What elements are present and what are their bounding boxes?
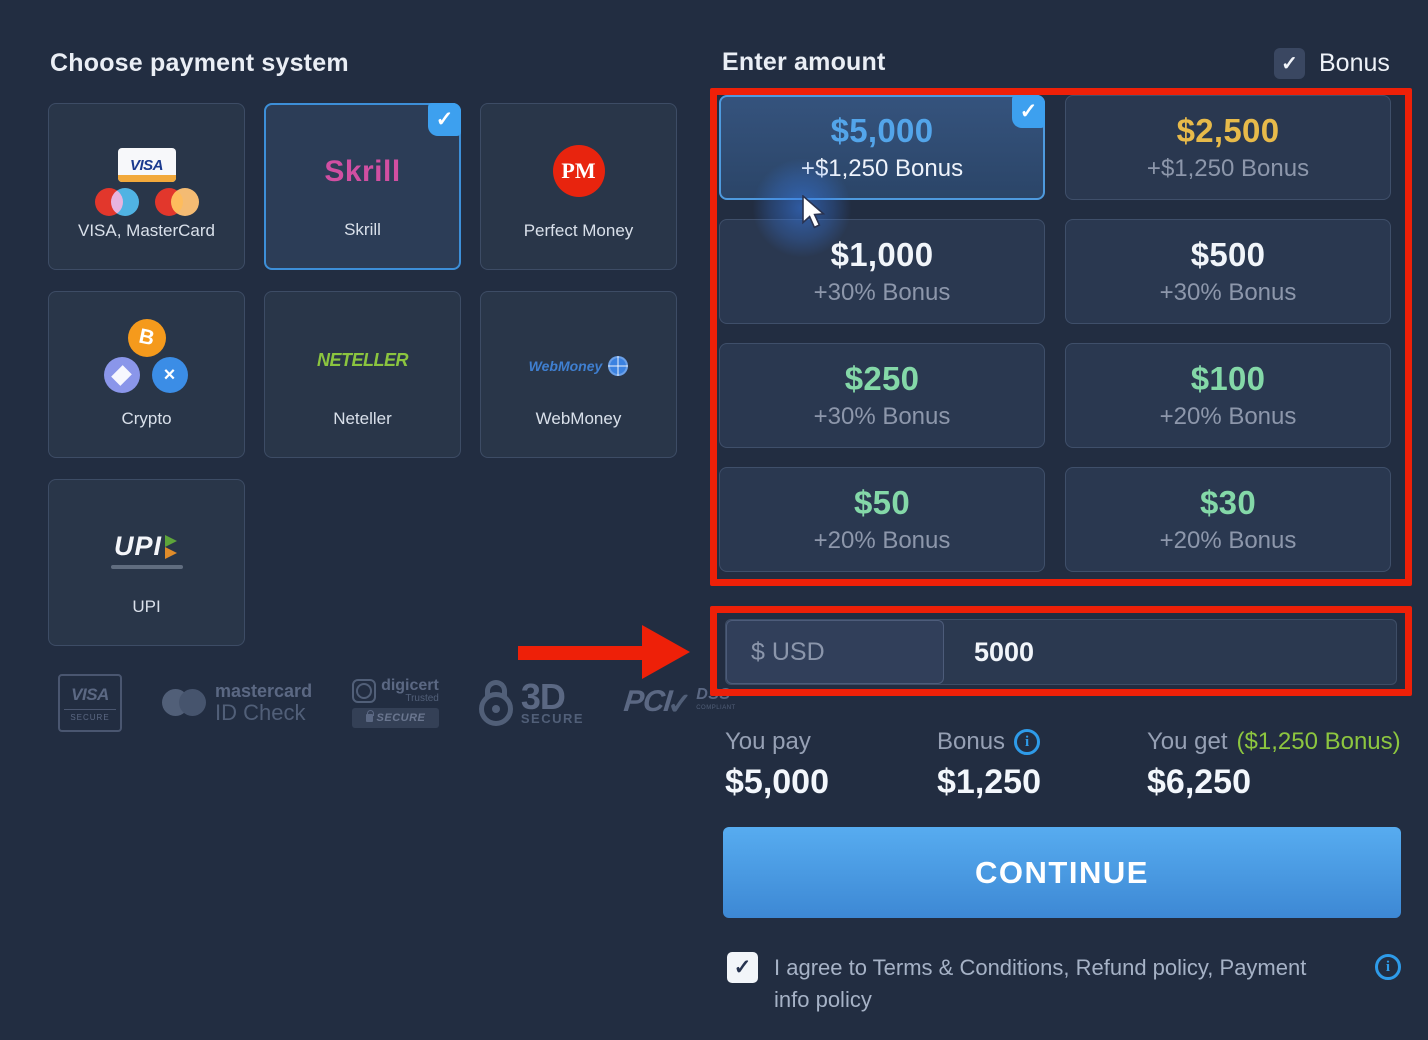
payment-method-crypto[interactable]: B × Crypto <box>48 291 245 458</box>
neteller-logo-icon: NETELLER <box>265 292 460 412</box>
payment-method-label: UPI <box>49 597 244 617</box>
enter-amount-title: Enter amount <box>722 48 886 77</box>
3d-secure-badge: 3D SECURE <box>479 680 584 726</box>
payment-method-upi[interactable]: UPI UPI <box>48 479 245 646</box>
payment-method-visa-mastercard[interactable]: VISA VISA, MasterCard <box>48 103 245 270</box>
digicert-icon <box>352 679 376 703</box>
amount-option-1000[interactable]: $1,000 +30% Bonus <box>719 219 1045 324</box>
bonus-value: $1,250 <box>937 763 1041 802</box>
you-pay-value: $5,000 <box>725 763 829 802</box>
summary-bonus: Bonus i $1,250 <box>937 728 1041 802</box>
globe-icon <box>608 356 628 376</box>
selected-check-icon: ✓ <box>428 103 461 136</box>
payment-method-skrill[interactable]: ✓ Skrill Skrill <box>264 103 461 270</box>
payment-method-label: Neteller <box>265 409 460 429</box>
amount-option-50[interactable]: $50 +20% Bonus <box>719 467 1045 572</box>
agreement-checkbox[interactable]: ✓ <box>727 952 758 983</box>
summary-you-get: You get ($1,250 Bonus) $6,250 <box>1147 728 1401 802</box>
annotation-arrow <box>514 619 696 685</box>
mastercard-idcheck-badge: mastercard ID Check <box>162 682 312 724</box>
selected-check-icon: ✓ <box>1012 95 1045 128</box>
agreement-row: ✓ I agree to Terms & Conditions, Refund … <box>727 952 1401 1016</box>
upi-arrow-icon <box>165 535 179 559</box>
agreement-text[interactable]: I agree to Terms & Conditions, Refund po… <box>774 952 1340 1016</box>
visa-secure-badge: VISA SECURE <box>58 674 122 732</box>
amount-option-250[interactable]: $250 +30% Bonus <box>719 343 1045 448</box>
webmoney-logo-icon: WebMoney <box>481 306 676 426</box>
check-icon: ✓ <box>1281 51 1298 76</box>
choose-payment-title: Choose payment system <box>50 49 349 78</box>
you-pay-label: You pay <box>725 728 811 756</box>
amount-option-500[interactable]: $500 +30% Bonus <box>1065 219 1391 324</box>
payment-method-label: Skrill <box>266 220 459 240</box>
amount-option-100[interactable]: $100 +20% Bonus <box>1065 343 1391 448</box>
crypto-logo-icon: B × <box>49 292 244 412</box>
lock-icon <box>366 714 373 722</box>
bitcoin-icon: B <box>128 319 166 357</box>
amount-option-5000[interactable]: ✓ $5,000 +$1,250 Bonus <box>719 95 1045 200</box>
payment-method-webmoney[interactable]: WebMoney WebMoney <box>480 291 677 458</box>
continue-button[interactable]: CONTINUE <box>723 827 1401 918</box>
bonus-label: Bonus <box>937 728 1005 756</box>
payment-method-neteller[interactable]: NETELLER Neteller <box>264 291 461 458</box>
check-icon: ✓ <box>734 955 752 980</box>
deposit-modal: Choose payment system VISA VISA, MasterC… <box>0 0 1428 1040</box>
payment-method-label: VISA, MasterCard <box>49 221 244 241</box>
amount-input-row: $ USD <box>725 619 1397 685</box>
pci-dss-badge: PCI ✓ DSS COMPLIANT <box>624 685 736 722</box>
visa-card-icon: VISA <box>118 148 176 182</box>
payment-method-label: WebMoney <box>481 409 676 429</box>
upi-logo-icon: UPI <box>49 480 244 600</box>
upi-subtext-decoration <box>111 565 183 569</box>
amount-option-30[interactable]: $30 +20% Bonus <box>1065 467 1391 572</box>
card-circles-icon <box>95 188 199 216</box>
amount-input[interactable] <box>944 620 1396 684</box>
bonus-toggle-label: Bonus <box>1319 49 1390 78</box>
mastercard-circles-icon <box>162 689 206 717</box>
payment-method-label: Crypto <box>49 409 244 429</box>
you-get-label: You get <box>1147 728 1228 756</box>
payment-methods-grid: VISA VISA, MasterCard ✓ Skrill Skrill PM… <box>48 103 677 646</box>
bonus-toggle[interactable]: ✓ Bonus <box>1274 48 1390 79</box>
currency-selector[interactable]: $ USD <box>726 620 944 684</box>
bonus-info-icon[interactable]: i <box>1014 729 1040 755</box>
perfect-money-logo-icon: PM <box>481 104 676 224</box>
amount-options-grid: ✓ $5,000 +$1,250 Bonus $2,500 +$1,250 Bo… <box>719 95 1391 572</box>
ethereum-icon <box>104 357 140 393</box>
agreement-info-icon[interactable]: i <box>1375 954 1401 980</box>
summary-you-pay: You pay $5,000 <box>725 728 829 802</box>
payment-method-perfect-money[interactable]: PM Perfect Money <box>480 103 677 270</box>
you-get-bonus-note: ($1,250 Bonus) <box>1237 728 1401 756</box>
bonus-checkbox[interactable]: ✓ <box>1274 48 1305 79</box>
padlock-icon <box>479 680 515 726</box>
ripple-icon: × <box>152 357 188 393</box>
payment-method-label: Perfect Money <box>481 221 676 241</box>
amount-option-2500[interactable]: $2,500 +$1,250 Bonus <box>1065 95 1391 200</box>
digicert-badge: digicert Trusted SECURE <box>352 678 439 728</box>
you-get-value: $6,250 <box>1147 763 1401 802</box>
